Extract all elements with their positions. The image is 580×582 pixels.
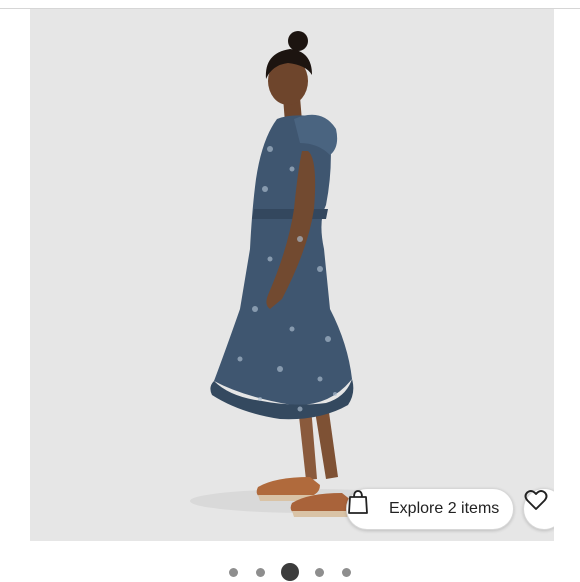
- pagination-dot-active[interactable]: [281, 563, 299, 581]
- pagination-dot[interactable]: [229, 567, 238, 577]
- shopping-bag-icon: [348, 490, 379, 522]
- explore-items-label: Explore 2 items: [389, 500, 500, 517]
- product-photo[interactable]: Explore 2 items: [30, 9, 554, 541]
- pagination-dot[interactable]: [256, 567, 265, 577]
- carousel-pagination: [0, 562, 580, 582]
- pagination-dot[interactable]: [315, 567, 324, 577]
- pagination-dot[interactable]: [342, 567, 351, 577]
- model-illustration: [190, 31, 430, 517]
- explore-items-button[interactable]: Explore 2 items: [346, 488, 514, 530]
